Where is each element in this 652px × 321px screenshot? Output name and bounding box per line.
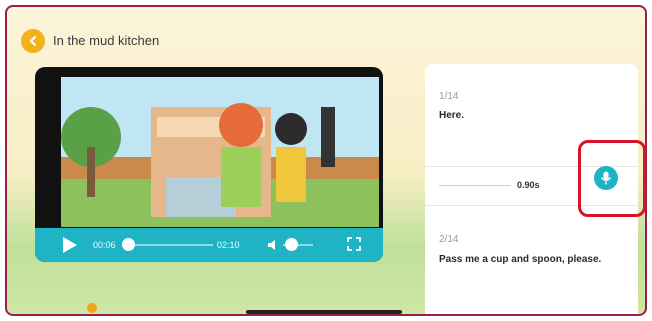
progress-thumb[interactable] bbox=[121, 238, 135, 251]
app-frame: In the mud kitchen 00:06 02:10 1/14 Here… bbox=[5, 5, 647, 316]
volume-icon[interactable] bbox=[267, 238, 281, 252]
sentence-text: Pass me a cup and spoon, please. bbox=[439, 254, 602, 265]
recording-duration: 0.90s bbox=[517, 180, 540, 190]
current-time: 00:06 bbox=[93, 240, 116, 250]
play-icon[interactable] bbox=[63, 237, 77, 253]
sentence-counter: 1/14 bbox=[439, 91, 459, 102]
home-indicator bbox=[246, 310, 402, 314]
video-frame-illustration bbox=[61, 77, 379, 227]
page-title: In the mud kitchen bbox=[53, 33, 160, 48]
fullscreen-icon[interactable] bbox=[347, 237, 361, 251]
recording-track bbox=[439, 185, 511, 186]
microphone-button[interactable] bbox=[594, 166, 618, 190]
back-button[interactable] bbox=[21, 29, 45, 53]
top-bar: In the mud kitchen bbox=[7, 7, 645, 63]
chevron-left-icon bbox=[29, 35, 37, 47]
microphone-icon bbox=[600, 171, 612, 185]
volume-thumb[interactable] bbox=[284, 238, 298, 251]
sentence-text: Here. bbox=[439, 110, 465, 121]
flower-decoration bbox=[87, 303, 97, 313]
total-time: 02:10 bbox=[217, 240, 240, 250]
video-controls: 00:06 02:10 bbox=[35, 228, 383, 262]
progress-track[interactable] bbox=[123, 244, 213, 246]
video-player[interactable]: 00:06 02:10 bbox=[35, 67, 383, 262]
sentence-counter: 2/14 bbox=[439, 234, 459, 245]
